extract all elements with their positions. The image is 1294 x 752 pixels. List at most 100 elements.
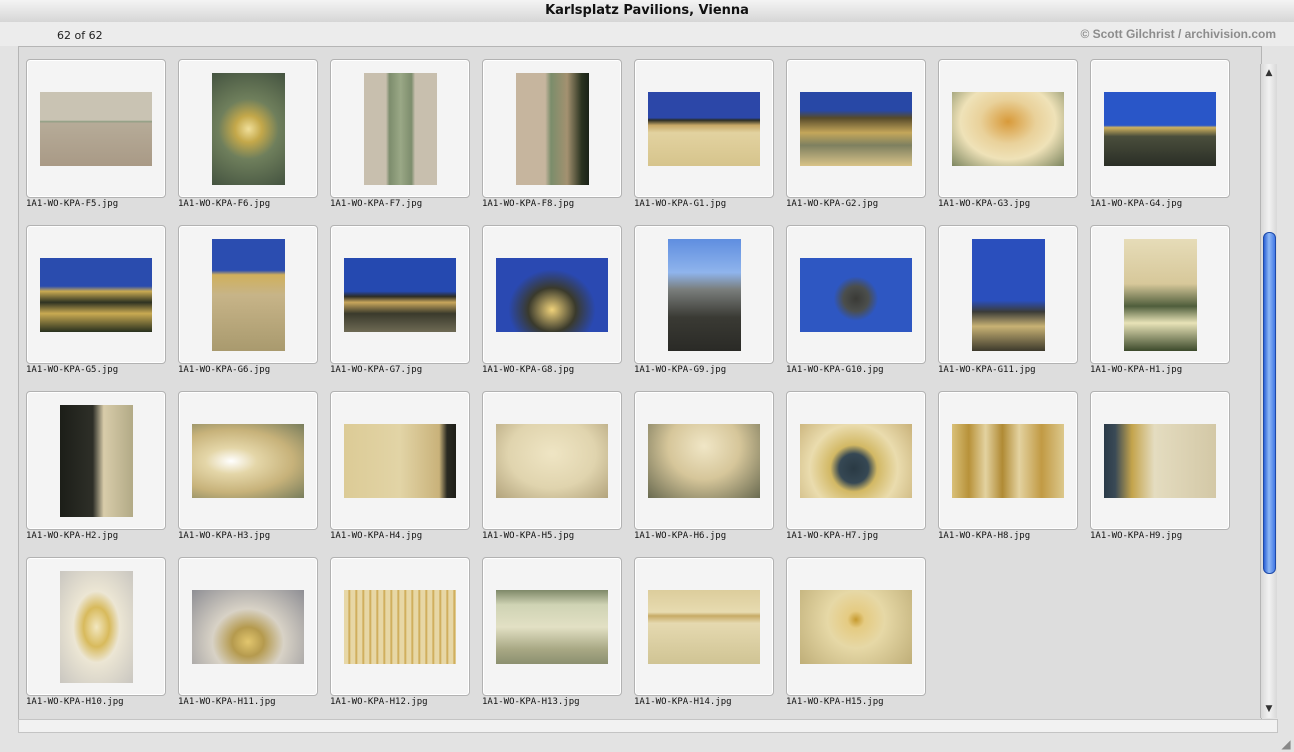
thumbnail-image[interactable] <box>1104 92 1216 166</box>
slide-frame[interactable] <box>482 59 622 198</box>
slide-frame[interactable] <box>1090 59 1230 198</box>
thumbnail-item[interactable]: 1A1-WO-KPA-H11.jpg <box>178 557 318 712</box>
thumbnail-image[interactable] <box>496 258 608 332</box>
thumbnail-item[interactable]: 1A1-WO-KPA-H4.jpg <box>330 391 470 546</box>
thumbnail-item[interactable]: 1A1-WO-KPA-H13.jpg <box>482 557 622 712</box>
thumbnail-item[interactable]: 1A1-WO-KPA-H8.jpg <box>938 391 1078 546</box>
thumbnail-image[interactable] <box>212 239 285 351</box>
slide-frame[interactable] <box>786 391 926 530</box>
thumbnail-filename: 1A1-WO-KPA-H14.jpg <box>634 697 732 707</box>
slide-frame[interactable] <box>178 59 318 198</box>
thumbnail-item[interactable]: 1A1-WO-KPA-G9.jpg <box>634 225 774 380</box>
thumbnail-image[interactable] <box>496 424 608 498</box>
slide-frame[interactable] <box>786 59 926 198</box>
thumbnail-image[interactable] <box>952 424 1064 498</box>
slide-frame[interactable] <box>938 225 1078 364</box>
thumbnail-image[interactable] <box>648 424 760 498</box>
thumbnail-item[interactable]: 1A1-WO-KPA-H7.jpg <box>786 391 926 546</box>
slide-frame[interactable] <box>786 557 926 696</box>
thumbnail-item[interactable]: 1A1-WO-KPA-H5.jpg <box>482 391 622 546</box>
thumbnail-image[interactable] <box>496 590 608 664</box>
thumbnail-image[interactable] <box>192 590 304 664</box>
slide-frame[interactable] <box>634 225 774 364</box>
slide-frame[interactable] <box>330 225 470 364</box>
thumbnail-filename: 1A1-WO-KPA-G2.jpg <box>786 199 879 209</box>
slide-frame[interactable] <box>178 391 318 530</box>
thumbnail-image[interactable] <box>40 258 152 332</box>
slide-frame[interactable] <box>482 391 622 530</box>
slide-frame[interactable] <box>178 557 318 696</box>
thumbnail-item[interactable]: 1A1-WO-KPA-H2.jpg <box>26 391 166 546</box>
thumbnail-image[interactable] <box>952 92 1064 166</box>
thumbnail-item[interactable]: 1A1-WO-KPA-G4.jpg <box>1090 59 1230 214</box>
slide-frame[interactable] <box>330 557 470 696</box>
slide-frame[interactable] <box>786 225 926 364</box>
slide-frame[interactable] <box>330 59 470 198</box>
thumbnail-image[interactable] <box>648 590 760 664</box>
slide-frame[interactable] <box>634 59 774 198</box>
thumbnail-item[interactable]: 1A1-WO-KPA-H14.jpg <box>634 557 774 712</box>
slide-frame[interactable] <box>26 557 166 696</box>
scrollbar-thumb[interactable] <box>1263 232 1276 575</box>
thumbnail-filename: 1A1-WO-KPA-G7.jpg <box>330 365 423 375</box>
thumbnail-image[interactable] <box>800 258 912 332</box>
slide-frame[interactable] <box>634 391 774 530</box>
slide-frame[interactable] <box>1090 391 1230 530</box>
thumbnail-item[interactable]: 1A1-WO-KPA-G11.jpg <box>938 225 1078 380</box>
thumbnail-item[interactable]: 1A1-WO-KPA-H12.jpg <box>330 557 470 712</box>
thumbnail-item[interactable]: 1A1-WO-KPA-F8.jpg <box>482 59 622 214</box>
thumbnail-item[interactable]: 1A1-WO-KPA-G8.jpg <box>482 225 622 380</box>
slide-frame[interactable] <box>482 557 622 696</box>
thumbnail-image[interactable] <box>40 92 152 166</box>
thumbnail-image[interactable] <box>668 239 741 351</box>
thumbnail-image[interactable] <box>800 92 912 166</box>
thumbnail-item[interactable]: 1A1-WO-KPA-H10.jpg <box>26 557 166 712</box>
thumbnail-image[interactable] <box>972 239 1045 351</box>
scroll-down-arrow-icon[interactable]: ▼ <box>1262 703 1276 715</box>
thumbnail-image[interactable] <box>212 73 285 185</box>
vertical-scrollbar[interactable]: ▲ ▼ <box>1260 64 1277 718</box>
slide-frame[interactable] <box>938 59 1078 198</box>
thumbnail-image[interactable] <box>192 424 304 498</box>
slide-frame[interactable] <box>26 59 166 198</box>
slide-frame[interactable] <box>26 225 166 364</box>
thumbnail-item[interactable]: 1A1-WO-KPA-G1.jpg <box>634 59 774 214</box>
thumbnail-item[interactable]: 1A1-WO-KPA-H3.jpg <box>178 391 318 546</box>
thumbnail-item[interactable]: 1A1-WO-KPA-H9.jpg <box>1090 391 1230 546</box>
slide-frame[interactable] <box>482 225 622 364</box>
thumbnail-item[interactable]: 1A1-WO-KPA-G5.jpg <box>26 225 166 380</box>
thumbnail-image[interactable] <box>1104 424 1216 498</box>
thumbnail-item[interactable]: 1A1-WO-KPA-G3.jpg <box>938 59 1078 214</box>
thumbnail-image[interactable] <box>648 92 760 166</box>
thumbnail-item[interactable]: 1A1-WO-KPA-G10.jpg <box>786 225 926 380</box>
thumbnail-item[interactable]: 1A1-WO-KPA-H1.jpg <box>1090 225 1230 380</box>
thumbnail-item[interactable]: 1A1-WO-KPA-H6.jpg <box>634 391 774 546</box>
thumbnail-item[interactable]: 1A1-WO-KPA-G6.jpg <box>178 225 318 380</box>
thumbnail-image[interactable] <box>364 73 437 185</box>
scroll-up-arrow-icon[interactable]: ▲ <box>1262 67 1276 79</box>
slide-frame[interactable] <box>938 391 1078 530</box>
resize-grip-icon[interactable]: ◢ <box>1278 736 1294 752</box>
thumbnail-item[interactable]: 1A1-WO-KPA-F7.jpg <box>330 59 470 214</box>
thumbnail-item[interactable]: 1A1-WO-KPA-G2.jpg <box>786 59 926 214</box>
thumbnail-image[interactable] <box>516 73 589 185</box>
thumbnail-item[interactable]: 1A1-WO-KPA-G7.jpg <box>330 225 470 380</box>
thumbnail-image[interactable] <box>60 571 133 683</box>
thumbnail-item[interactable]: 1A1-WO-KPA-H15.jpg <box>786 557 926 712</box>
thumbnail-image[interactable] <box>800 424 912 498</box>
thumbnail-image[interactable] <box>344 424 456 498</box>
slide-frame[interactable] <box>330 391 470 530</box>
slide-frame[interactable] <box>634 557 774 696</box>
thumbnail-image[interactable] <box>344 258 456 332</box>
slide-frame[interactable] <box>178 225 318 364</box>
window-title-bar[interactable]: Karlsplatz Pavilions, Vienna <box>0 0 1294 23</box>
thumbnail-image[interactable] <box>1124 239 1197 351</box>
thumbnail-image[interactable] <box>60 405 133 517</box>
thumbnail-item[interactable]: 1A1-WO-KPA-F5.jpg <box>26 59 166 214</box>
thumbnail-grid[interactable]: 1A1-WO-KPA-F5.jpg 1A1-WO-KPA-F6.jpg 1A1-WO… <box>18 46 1262 720</box>
thumbnail-image[interactable] <box>344 590 456 664</box>
thumbnail-image[interactable] <box>800 590 912 664</box>
slide-frame[interactable] <box>1090 225 1230 364</box>
slide-frame[interactable] <box>26 391 166 530</box>
thumbnail-item[interactable]: 1A1-WO-KPA-F6.jpg <box>178 59 318 214</box>
